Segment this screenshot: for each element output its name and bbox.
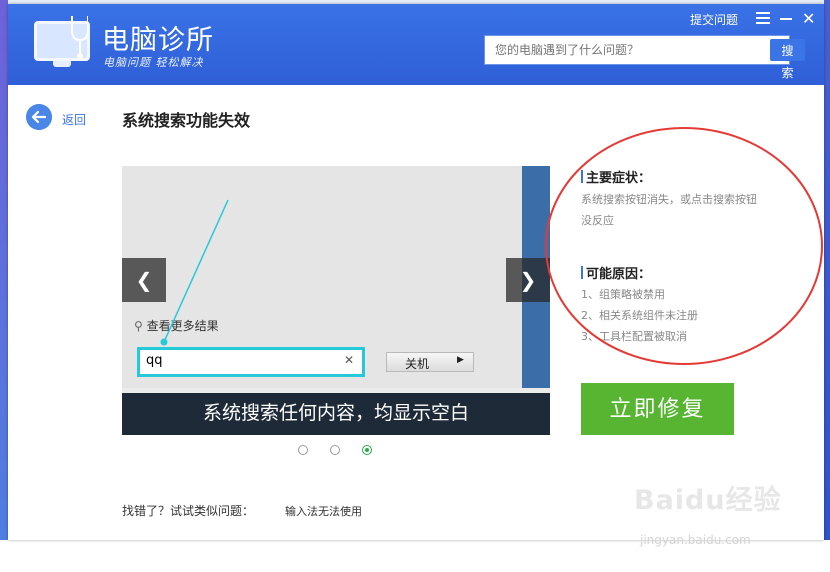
desktop-background-left <box>0 0 8 572</box>
feedback-link[interactable]: 提交问题 <box>690 11 738 28</box>
annotation-circle <box>545 127 823 365</box>
baidu-watermark-url: jingyan.baidu.com <box>640 533 751 547</box>
search-button[interactable]: 搜索 <box>770 39 805 80</box>
close-icon[interactable]: ✕ <box>802 11 815 27</box>
slide-dot-2[interactable] <box>330 445 340 455</box>
slide-dot-3-active[interactable] <box>362 445 372 455</box>
minimize-icon[interactable] <box>780 18 792 20</box>
stethoscope-icon <box>71 16 88 59</box>
repair-button[interactable]: 立即修复 <box>581 383 734 435</box>
slideshow-prev-button[interactable]: ❮ <box>122 258 166 302</box>
app-header: 电脑诊所 电脑问题 轻松解决 提交问题 ✕ 搜索 <box>8 4 824 85</box>
similar-question-link[interactable]: 输入法无法使用 <box>285 503 362 519</box>
app-slogan: 电脑问题 轻松解决 <box>103 56 204 69</box>
slide-caption: 系统搜索任何内容，均显示空白 <box>202 402 469 424</box>
page-title: 系统搜索功能失效 <box>122 111 251 130</box>
similar-question-prefix: 找错了？试试类似问题： <box>122 504 255 518</box>
back-link[interactable]: 返回 <box>62 111 86 128</box>
slide-dot-1[interactable] <box>298 445 308 455</box>
logo-stand-icon <box>53 61 71 67</box>
chevron-right-icon: ❯ <box>519 268 537 292</box>
slide-pointer-line <box>160 199 229 346</box>
app-name: 电脑诊所 <box>102 25 214 56</box>
search-input[interactable] <box>493 42 767 58</box>
active-dot-indicator <box>365 448 369 452</box>
slideshow: ⚲ 查看更多结果 qq ✕ 关机 ▶ 系统搜索任何内容，均显示空白 ❮ ❯ <box>122 166 550 435</box>
baidu-watermark: Baidu经验 <box>634 485 782 516</box>
back-arrow-icon[interactable] <box>26 104 52 130</box>
search-box: 搜索 <box>484 35 805 80</box>
chevron-left-icon: ❮ <box>135 268 153 292</box>
menu-icon[interactable] <box>756 12 770 24</box>
